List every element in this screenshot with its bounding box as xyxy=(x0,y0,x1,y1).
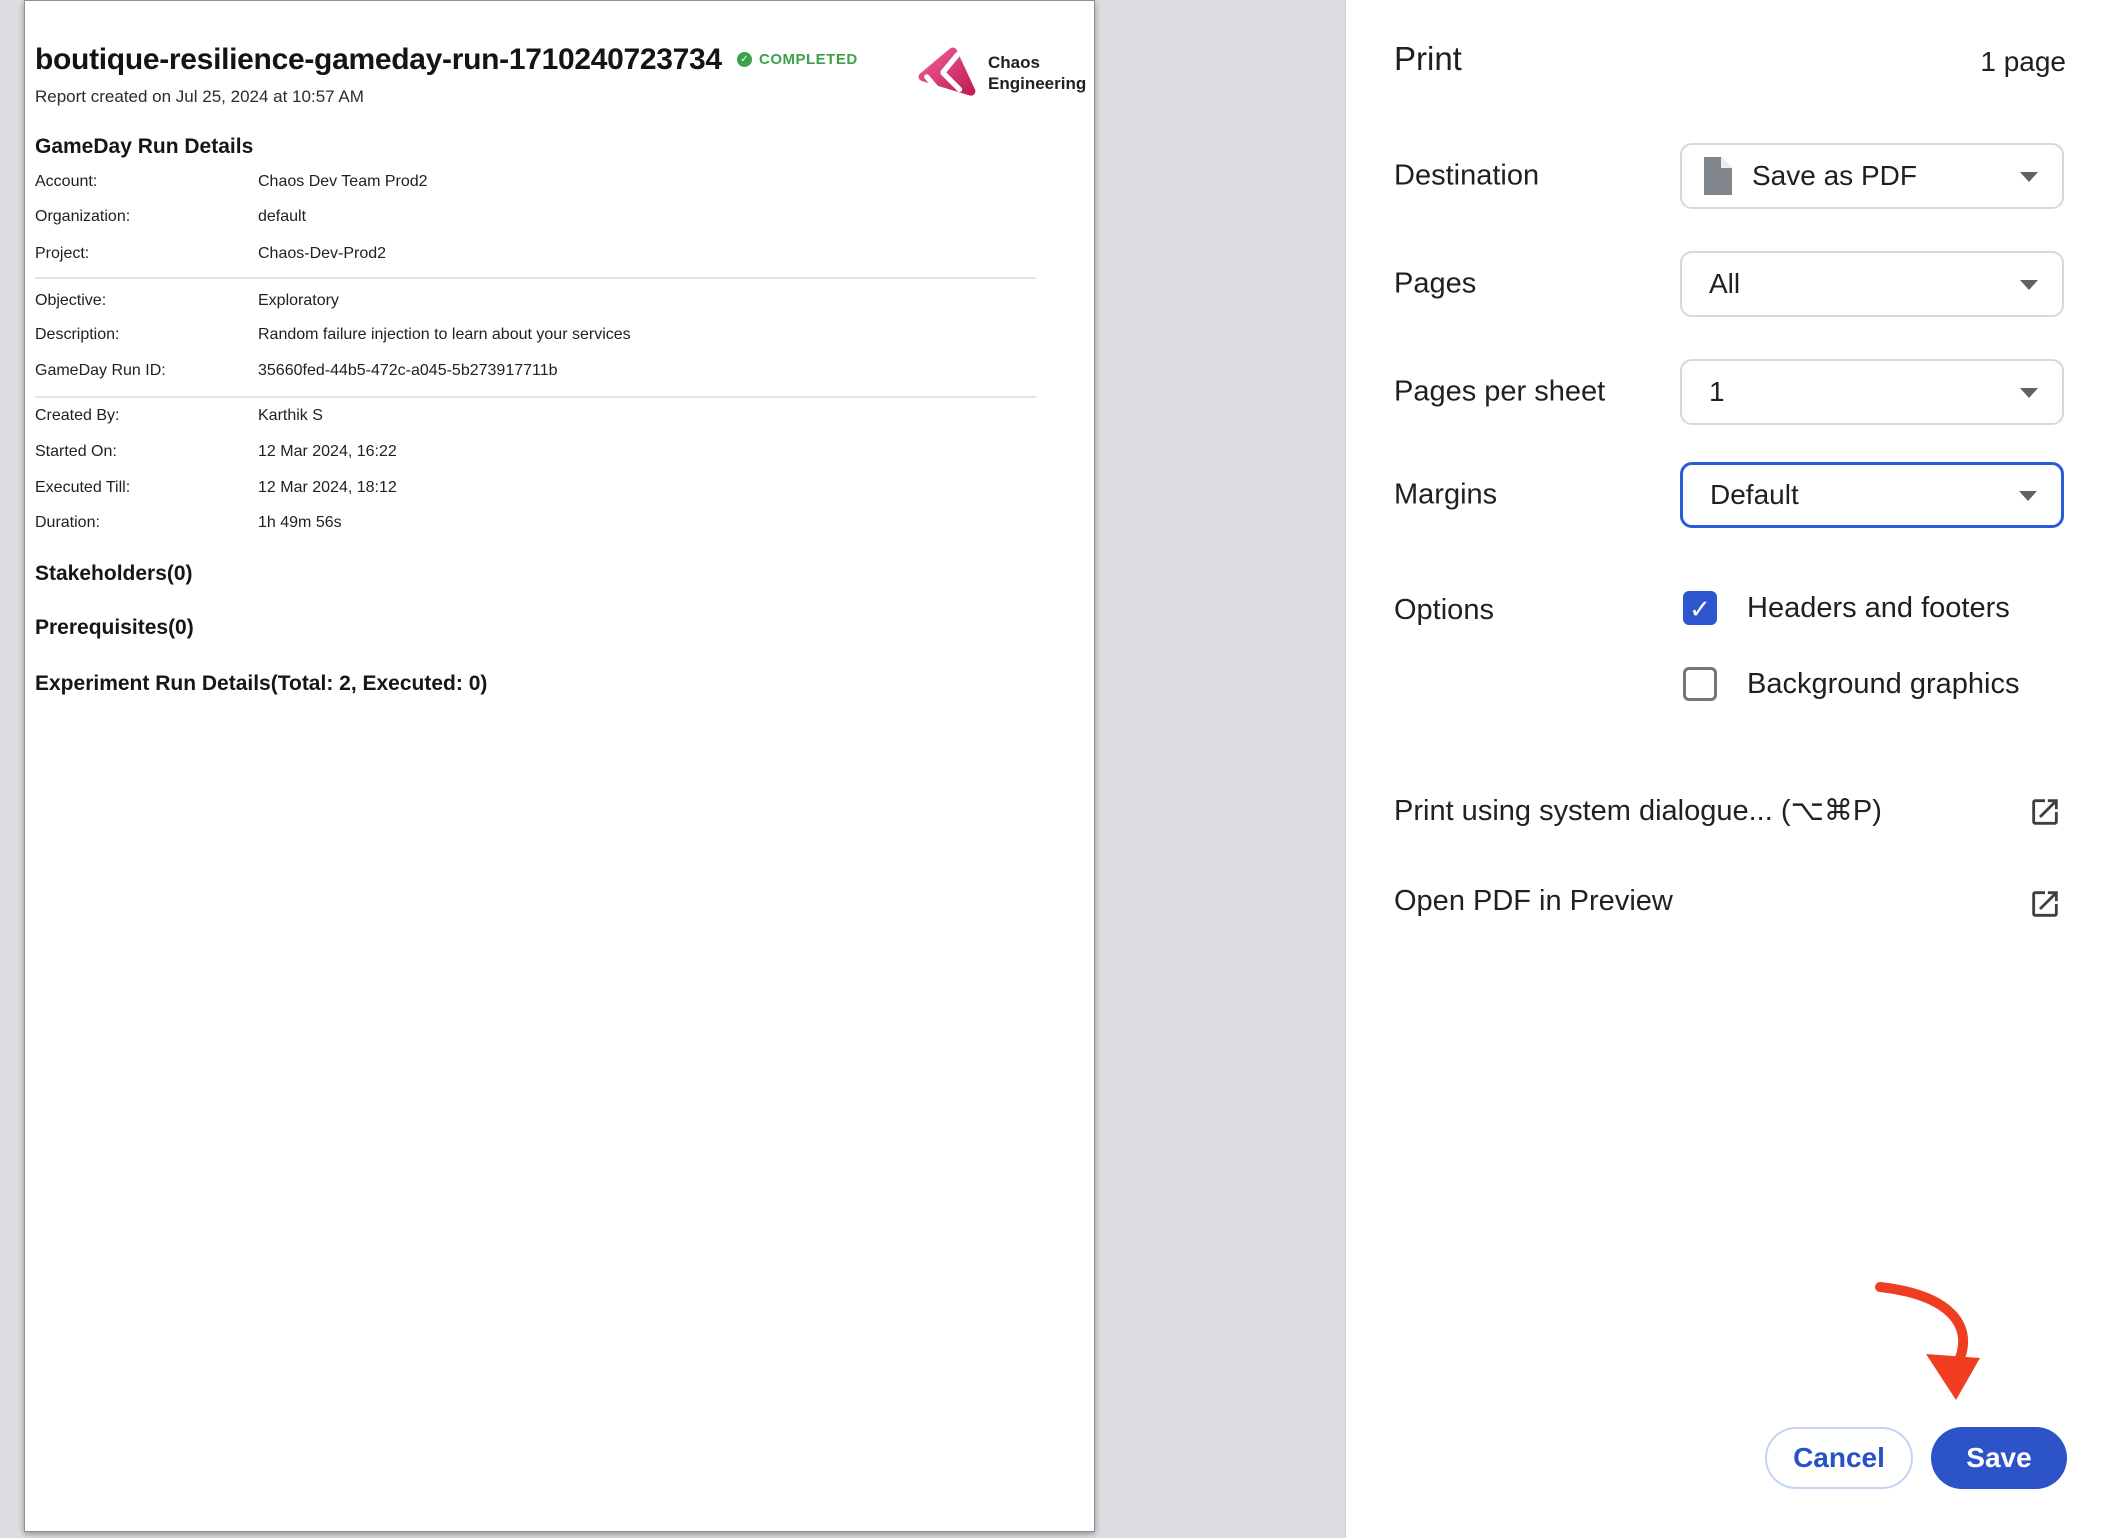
print-system-dialog-link[interactable]: Print using system dialogue... (⌥⌘P) xyxy=(1346,793,2110,837)
chaos-engineering-logo: Chaos Engineering xyxy=(918,47,1086,99)
margins-label: Margins xyxy=(1394,479,1497,512)
destination-value: Save as PDF xyxy=(1752,160,1917,192)
background-graphics-label: Background graphics xyxy=(1747,668,2019,701)
destination-select[interactable]: Save as PDF xyxy=(1680,143,2064,209)
pdf-document-icon xyxy=(1702,157,1732,195)
caret-down-icon xyxy=(2019,491,2037,501)
headers-footers-option[interactable]: ✓ Headers and footers xyxy=(1683,591,2010,625)
background-graphics-option[interactable]: ✓ Background graphics xyxy=(1683,667,2019,701)
caret-down-icon xyxy=(2020,280,2038,290)
section-title-gameday-run-details: GameDay Run Details xyxy=(35,135,253,159)
chaos-logo-icon xyxy=(918,47,976,99)
margins-row: Margins Default xyxy=(1346,462,2110,528)
destination-row: Destination Save as PDF xyxy=(1346,143,2110,209)
divider xyxy=(35,396,1036,398)
background-graphics-checkbox[interactable]: ✓ xyxy=(1683,667,1717,701)
print-preview-area: boutique-resilience-gameday-run-17102407… xyxy=(0,0,1345,1538)
destination-label: Destination xyxy=(1394,160,1539,193)
heading-prerequisites: Prerequisites(0) xyxy=(35,616,194,640)
print-dialog: Print 1 page Destination Save as PDF Pag… xyxy=(1345,0,2110,1538)
logo-wordmark: Chaos Engineering xyxy=(988,52,1086,94)
caret-down-icon xyxy=(2020,172,2038,182)
report-created-line: Report created on Jul 25, 2024 at 10:57 … xyxy=(35,87,364,107)
margins-value: Default xyxy=(1710,479,1799,511)
pages-per-sheet-label: Pages per sheet xyxy=(1394,376,1605,409)
report-title: boutique-resilience-gameday-run-17102407… xyxy=(35,43,722,77)
save-button[interactable]: Save xyxy=(1931,1427,2067,1489)
options-label: Options xyxy=(1394,594,1494,627)
pages-select[interactable]: All xyxy=(1680,251,2064,317)
cancel-button[interactable]: Cancel xyxy=(1765,1427,1913,1489)
caret-down-icon xyxy=(2020,388,2038,398)
status-label: COMPLETED xyxy=(759,51,858,68)
status-badge: ✓ COMPLETED xyxy=(737,51,858,68)
print-dialog-title: Print xyxy=(1394,40,1462,78)
headers-footers-checkbox[interactable]: ✓ xyxy=(1683,591,1717,625)
page-count: 1 page xyxy=(1980,46,2066,78)
external-link-icon xyxy=(2028,887,2062,921)
pages-per-sheet-value: 1 xyxy=(1709,376,1725,408)
open-pdf-preview-link[interactable]: Open PDF in Preview xyxy=(1346,885,2110,929)
margins-select[interactable]: Default xyxy=(1680,462,2064,528)
heading-stakeholders: Stakeholders(0) xyxy=(35,562,193,586)
pages-per-sheet-select[interactable]: 1 xyxy=(1680,359,2064,425)
external-link-icon xyxy=(2028,795,2062,829)
pages-value: All xyxy=(1709,268,1740,300)
heading-experiment-run-details: Experiment Run Details(Total: 2, Execute… xyxy=(35,672,487,696)
pages-label: Pages xyxy=(1394,268,1476,301)
headers-footers-label: Headers and footers xyxy=(1747,592,2010,625)
preview-page: boutique-resilience-gameday-run-17102407… xyxy=(24,0,1095,1532)
pages-per-sheet-row: Pages per sheet 1 xyxy=(1346,359,2110,425)
pages-row: Pages All xyxy=(1346,251,2110,317)
divider xyxy=(35,277,1036,279)
check-circle-icon: ✓ xyxy=(737,52,752,67)
